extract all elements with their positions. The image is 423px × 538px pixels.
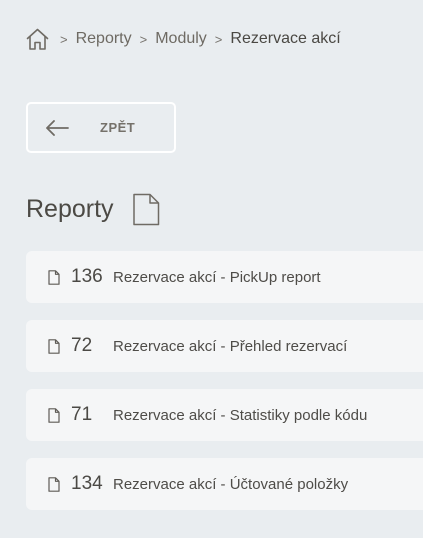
document-icon [132, 193, 159, 226]
arrow-left-icon [46, 119, 69, 136]
report-item[interactable]: 136 Rezervace akcí - PickUp report [26, 251, 423, 303]
report-item[interactable]: 72 Rezervace akcí - Přehled rezervací [26, 320, 423, 372]
report-name: Rezervace akcí - PickUp report [113, 268, 321, 286]
breadcrumb-item-current: Rezervace akcí [230, 30, 341, 47]
file-icon [48, 338, 60, 354]
file-icon [48, 269, 60, 285]
report-id: 136 [71, 266, 103, 287]
page-title: Reporty [26, 193, 160, 226]
report-id: 71 [71, 404, 93, 425]
back-button-label: ZPĚT [100, 120, 136, 135]
report-name: Rezervace akcí - Přehled rezervací [113, 337, 348, 355]
breadcrumb-separator: > [139, 31, 148, 47]
report-item[interactable]: 71 Rezervace akcí - Statistiky podle kód… [26, 389, 423, 441]
report-list: 136 Rezervace akcí - PickUp report 72 Re… [26, 251, 423, 527]
breadcrumb: > Reporty > Moduly > Rezervace akcí [25, 25, 349, 53]
report-name: Rezervace akcí - Statistiky podle kódu [113, 406, 368, 424]
report-name: Rezervace akcí - Účtované položky [113, 475, 349, 493]
breadcrumb-separator: > [214, 31, 223, 47]
report-id: 134 [71, 473, 103, 494]
breadcrumb-item-reporty[interactable]: Reporty [76, 30, 132, 48]
file-icon [48, 476, 60, 492]
breadcrumb-item-moduly[interactable]: Moduly [155, 30, 207, 48]
home-icon[interactable] [25, 27, 50, 52]
report-item[interactable]: 134 Rezervace akcí - Účtované položky [26, 458, 423, 510]
back-button[interactable]: ZPĚT [26, 102, 176, 153]
breadcrumb-separator: > [60, 31, 68, 47]
report-id: 72 [71, 335, 93, 356]
file-icon [48, 407, 60, 423]
page-title-text: Reporty [26, 195, 114, 223]
